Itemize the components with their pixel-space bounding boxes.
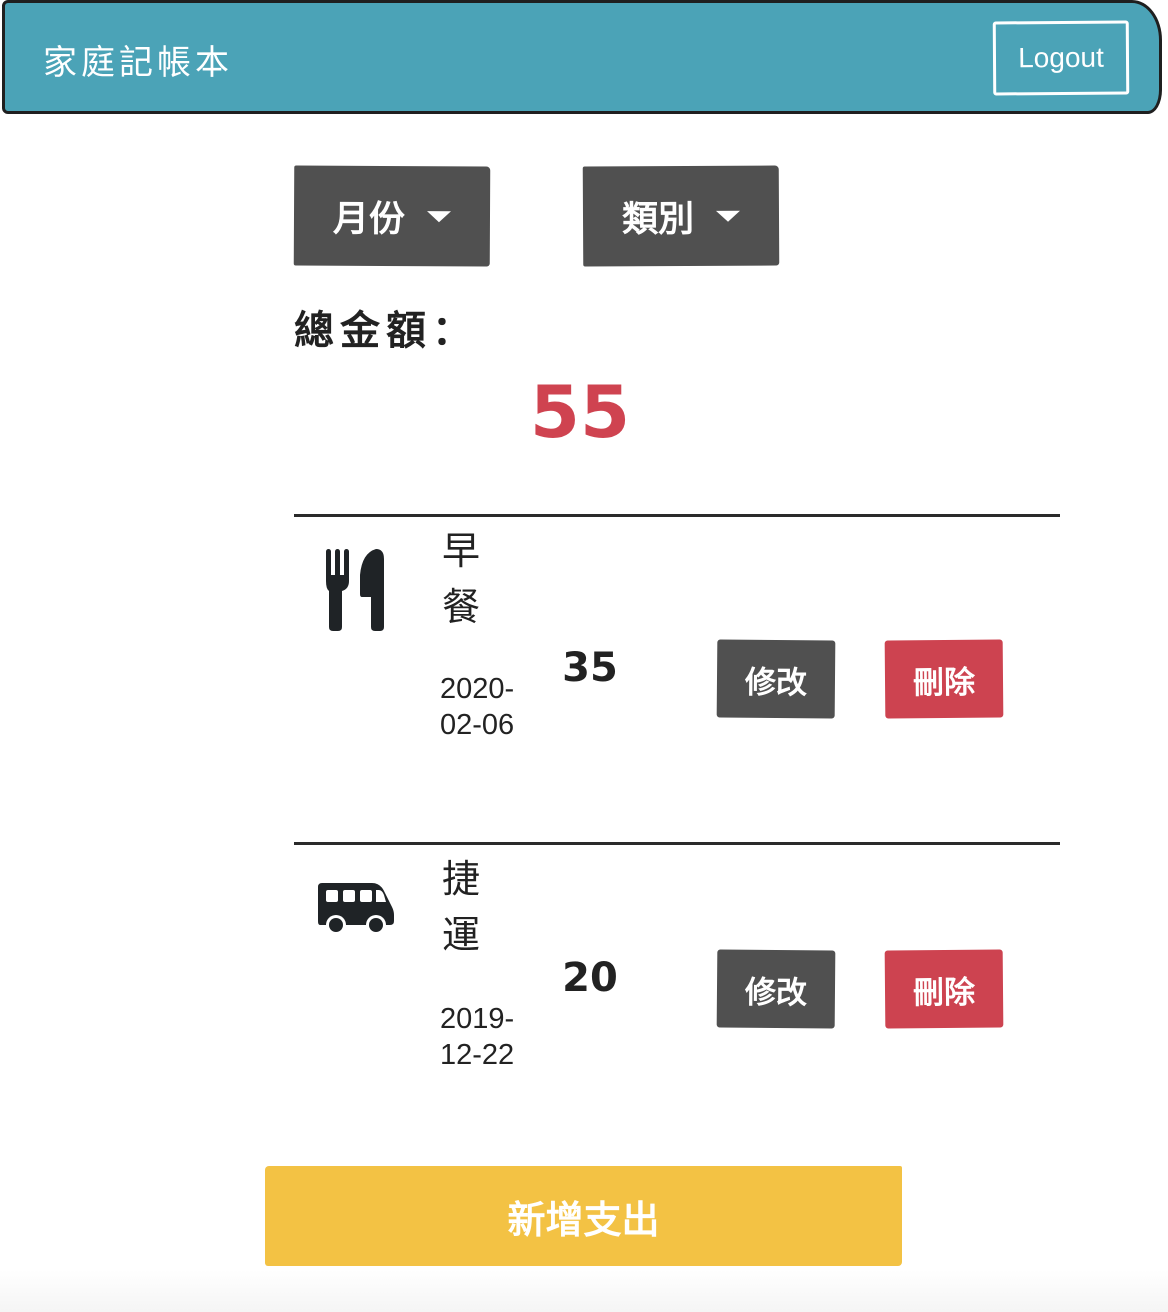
logout-button[interactable]: Logout <box>992 20 1130 96</box>
expense-row: 早餐 2020-02-06 35 修改 刪除 <box>294 517 1060 817</box>
total-amount-label: 總金額： <box>294 307 478 354</box>
edit-button[interactable]: 修改 <box>716 949 836 1029</box>
add-expense-button[interactable]: 新增支出 <box>265 1166 902 1266</box>
month-dropdown[interactable]: 月份 <box>293 165 491 267</box>
expense-date: 2019-12-22 <box>440 1003 515 1071</box>
delete-button[interactable]: 刪除 <box>884 949 1004 1029</box>
total-amount-value: 55 <box>529 370 631 454</box>
expense-amount: 20 <box>562 955 618 1001</box>
expense-amount: 35 <box>562 645 618 691</box>
expense-name: 早餐 <box>442 529 481 629</box>
brand-title[interactable]: 家庭記帳本 <box>43 35 233 84</box>
expense-name: 捷運 <box>442 857 481 957</box>
bus-icon <box>316 881 396 961</box>
utensils-icon <box>316 547 396 631</box>
delete-button[interactable]: 刪除 <box>884 639 1004 719</box>
expense-row: 捷運 2019-12-22 20 修改 刪除 <box>294 845 1060 1145</box>
month-dropdown-label: 月份 <box>332 198 406 241</box>
caret-down-icon <box>426 210 452 222</box>
category-dropdown-label: 類別 <box>621 198 695 241</box>
navbar: 家庭記帳本 Logout <box>2 0 1162 114</box>
bottom-shadow <box>0 1270 1168 1312</box>
expense-date: 2020-02-06 <box>440 673 515 741</box>
edit-button[interactable]: 修改 <box>716 639 836 719</box>
category-dropdown[interactable]: 類別 <box>582 165 780 267</box>
page: 家庭記帳本 Logout 月份 類別 總金額： 55 早餐 2020-02-06… <box>0 0 1168 1312</box>
caret-down-icon <box>715 210 741 222</box>
